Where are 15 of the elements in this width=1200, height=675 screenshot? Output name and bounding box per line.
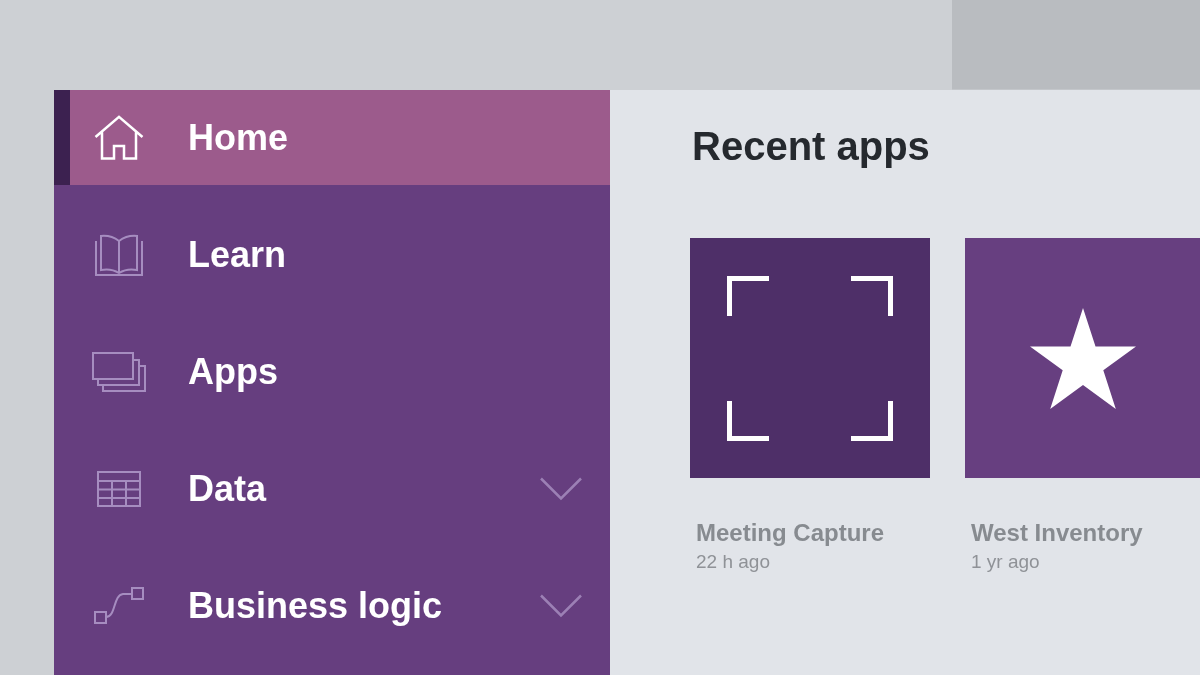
book-icon: [95, 233, 143, 276]
star-icon: [1029, 307, 1136, 409]
app-name: Meeting Capture: [696, 518, 884, 548]
stacked-windows-icon: [92, 351, 146, 392]
app-tile[interactable]: [690, 238, 930, 478]
app-time: 1 yr ago: [971, 550, 1040, 574]
nav-item[interactable]: Home: [54, 90, 610, 185]
table-icon: [97, 470, 141, 507]
flow-connector-icon: [94, 587, 144, 624]
app-tile[interactable]: [965, 238, 1200, 478]
app-name: West Inventory: [971, 518, 1143, 548]
home-icon: [94, 115, 144, 160]
corner-brackets-icon: [727, 275, 893, 441]
section-heading: Recent apps: [691, 123, 930, 170]
app-time: 22 h ago: [696, 550, 770, 574]
